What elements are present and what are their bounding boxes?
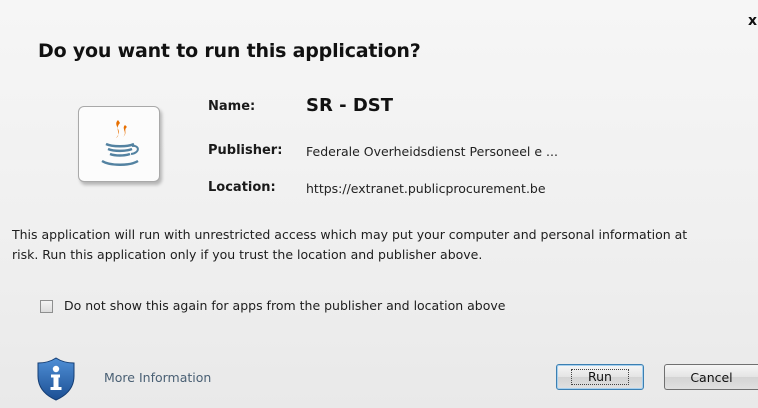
publisher-label: Publisher: xyxy=(208,143,283,158)
dialog-title: Do you want to run this application? xyxy=(38,40,421,62)
app-name: SR - DST xyxy=(306,95,394,116)
info-shield-icon xyxy=(36,356,76,406)
java-icon xyxy=(78,106,160,182)
more-information-link[interactable]: More Information xyxy=(104,370,211,385)
dont-show-again-label[interactable]: Do not show this again for apps from the… xyxy=(64,298,505,313)
location-label: Location: xyxy=(208,180,276,195)
security-dialog: x Do you want to run this application? N… xyxy=(0,0,758,408)
run-button-label: Run xyxy=(571,369,629,385)
name-label: Name: xyxy=(208,99,256,114)
dont-show-again-checkbox[interactable] xyxy=(40,300,53,313)
cancel-button[interactable]: Cancel xyxy=(664,364,758,390)
run-button[interactable]: Run xyxy=(556,364,644,390)
close-icon[interactable]: x xyxy=(748,14,758,28)
location-value: https://extranet.publicprocurement.be xyxy=(306,181,546,196)
publisher-value: Federale Overheidsdienst Personeel e ... xyxy=(306,144,558,159)
warning-text: This application will run with unrestric… xyxy=(12,227,688,262)
